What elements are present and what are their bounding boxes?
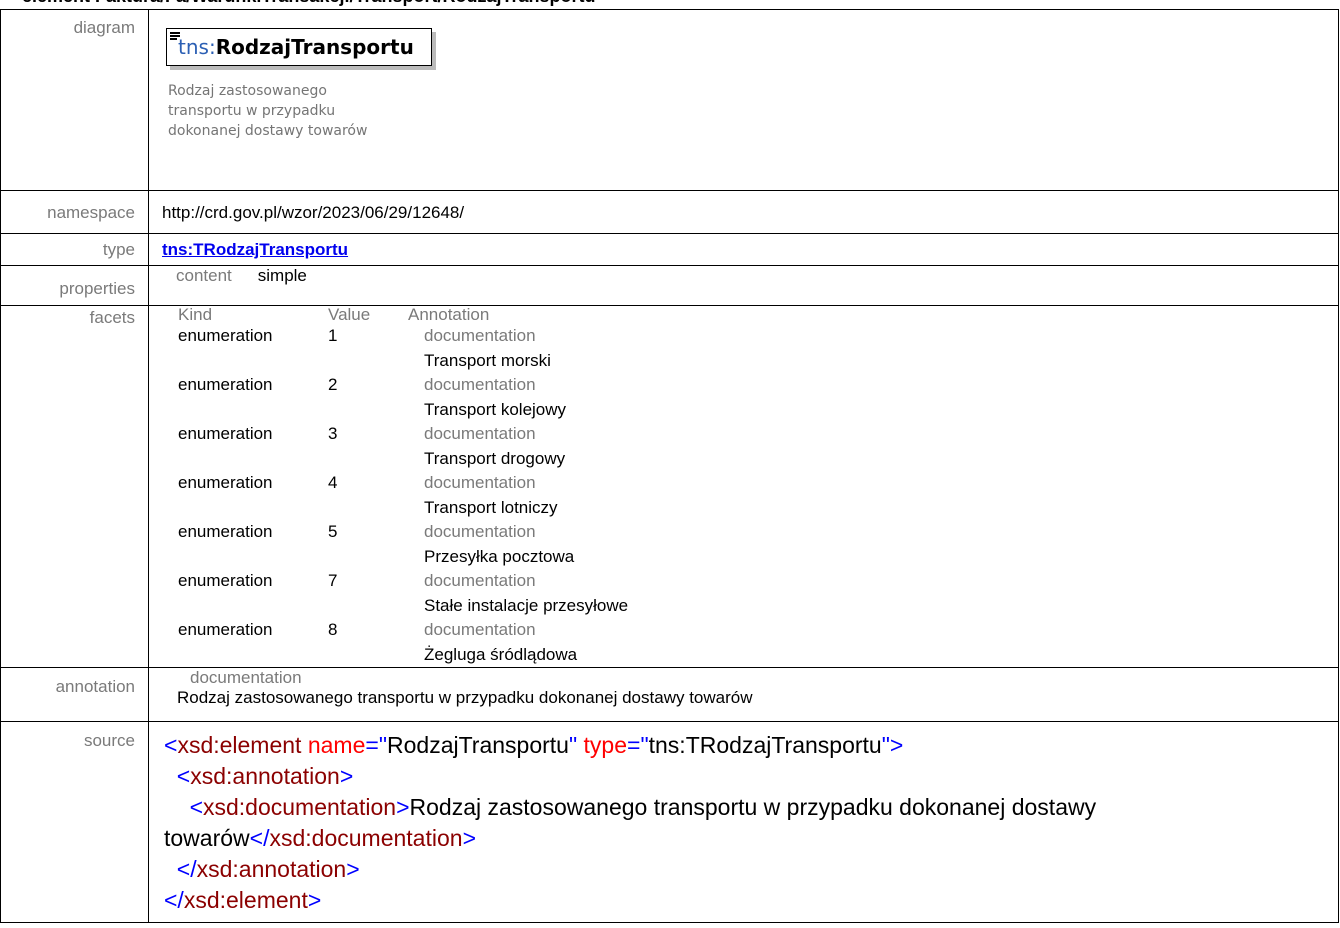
facet-row: enumeration 7 documentation bbox=[178, 569, 1338, 594]
annotation-label: annotation bbox=[0, 667, 149, 722]
facet-annotation-text: Transport lotniczy bbox=[424, 497, 558, 517]
diagram-element-box[interactable]: tns:RodzajTransportu bbox=[166, 28, 436, 72]
source-element-close: xsd:element bbox=[183, 887, 308, 913]
facet-annotation-text: Przesyłka pocztowa bbox=[424, 546, 575, 566]
source-attr-type-value: tns:TRodzajTransportu bbox=[648, 732, 882, 758]
source-code: <xsd:element name="RodzajTransportu" typ… bbox=[164, 732, 1097, 913]
facet-kind: enumeration bbox=[178, 326, 273, 345]
page-title: element Faktura/Fa/WarunkiTransakcji/Tra… bbox=[0, 0, 1340, 8]
annotation-content: documentation Rodzaj zastosowanego trans… bbox=[164, 668, 1338, 708]
namespace-value: http://crd.gov.pl/wzor/2023/06/29/12648/ bbox=[148, 190, 1339, 234]
annotation-row: annotation documentation Rodzaj zastosow… bbox=[0, 667, 1339, 722]
diagram-documentation: Rodzaj zastosowanego transportu w przypa… bbox=[168, 81, 438, 141]
facet-kind: enumeration bbox=[178, 571, 273, 590]
diagram-name: RodzajTransportu bbox=[215, 35, 414, 59]
property-key: content bbox=[176, 266, 232, 285]
type-link[interactable]: tns:TRodzajTransportu bbox=[162, 240, 348, 259]
source-annotation-open: xsd:annotation bbox=[190, 763, 340, 789]
facet-annotation-label: documentation bbox=[424, 473, 536, 492]
source-lt: < bbox=[164, 732, 178, 758]
source-attr-type: type bbox=[583, 732, 628, 758]
diagram-doc-line: transportu w przypadku bbox=[168, 103, 336, 119]
properties-list: content simple bbox=[162, 266, 1338, 286]
facet-annotation-label: documentation bbox=[424, 522, 536, 541]
source-documentation-close: xsd:documentation bbox=[269, 825, 463, 851]
source-documentation-open: xsd:documentation bbox=[203, 794, 397, 820]
source-element-open: xsd:element bbox=[177, 732, 302, 758]
diagram-doc-line: dokonanej dostawy towarów bbox=[168, 123, 368, 139]
facet-value: 8 bbox=[328, 620, 338, 639]
namespace-label: namespace bbox=[0, 190, 149, 234]
source-attr-name-value: RodzajTransportu bbox=[387, 732, 569, 758]
facets-rows: enumeration 1 documentation Transport morsk… bbox=[164, 324, 1338, 667]
facet-annotation-label: documentation bbox=[424, 326, 536, 345]
source-doc-text: Rodzaj zastosowanego transportu w przypa… bbox=[409, 794, 1097, 820]
diagram-label: diagram bbox=[0, 9, 149, 191]
type-label: type bbox=[0, 233, 149, 266]
facet-value: 7 bbox=[328, 571, 338, 590]
facet-annotation-text: Transport drogowy bbox=[424, 448, 566, 468]
facets-label: facets bbox=[0, 305, 149, 668]
property-value: simple bbox=[257, 266, 307, 285]
facet-value: 4 bbox=[328, 473, 338, 492]
diagram-cell: tns:RodzajTransportu Rodzaj zastosowaneg… bbox=[148, 9, 1339, 191]
diagram-doc-line: Rodzaj zastosowanego bbox=[168, 83, 327, 99]
facet-row: enumeration 8 documentation bbox=[178, 618, 1338, 643]
facet-kind: enumeration bbox=[178, 522, 273, 541]
facets-header: Kind Value Annotation bbox=[178, 306, 1338, 324]
facet-row: enumeration 3 documentation bbox=[178, 422, 1338, 447]
facet-annotation-text: Transport kolejowy bbox=[424, 399, 567, 419]
facet-kind: enumeration bbox=[178, 620, 273, 639]
facet-row: enumeration 2 documentation bbox=[178, 373, 1338, 398]
facets-header-annotation: Annotation bbox=[408, 305, 490, 324]
annotation-doc-label: documentation bbox=[190, 668, 302, 687]
facet-kind: enumeration bbox=[178, 375, 273, 394]
facet-annotation-text: Stałe instalacje przesyłowe bbox=[424, 595, 629, 615]
facet-annotation-text: Żegluga śródlądowa bbox=[424, 644, 578, 664]
facet-kind: enumeration bbox=[178, 473, 273, 492]
facet-row: enumeration 4 documentation bbox=[178, 471, 1338, 496]
element-doc-table: diagram tns:RodzajTransportu Rodzaj zast… bbox=[0, 9, 1339, 923]
facet-value: 2 bbox=[328, 375, 338, 394]
type-row: type tns:TRodzajTransportu bbox=[0, 233, 1339, 266]
facet-value: 5 bbox=[328, 522, 338, 541]
facet-row: enumeration 5 documentation bbox=[178, 520, 1338, 545]
annotation-doc-text: Rodzaj zastosowanego transportu w przypa… bbox=[177, 688, 753, 707]
source-annotation-close: xsd:annotation bbox=[196, 856, 347, 882]
facets-header-value: Value bbox=[328, 305, 371, 324]
diagram-element[interactable]: tns:RodzajTransportu bbox=[166, 28, 432, 66]
facet-annotation-text: Transport morski bbox=[424, 350, 551, 370]
source-label: source bbox=[0, 721, 149, 923]
facet-value: 1 bbox=[328, 326, 338, 345]
source-row: source <xsd:element name="RodzajTranspor… bbox=[0, 721, 1339, 923]
facet-annotation-label: documentation bbox=[424, 571, 536, 590]
source-doc-text-cont: towarów bbox=[164, 825, 250, 851]
facet-annotation-label: documentation bbox=[424, 620, 536, 639]
properties-label: properties bbox=[0, 265, 149, 306]
diagram-element-name: tns:RodzajTransportu bbox=[178, 35, 414, 59]
properties-row: properties content simple bbox=[0, 265, 1339, 306]
facet-kind: enumeration bbox=[178, 424, 273, 443]
facets-row: facets Kind Value Annotation enumeration… bbox=[0, 305, 1339, 668]
facet-row: enumeration 1 documentation bbox=[178, 324, 1338, 349]
facet-annotation-label: documentation bbox=[424, 375, 536, 394]
facets-table: Kind Value Annotation bbox=[164, 306, 1338, 324]
namespace-row: namespace http://crd.gov.pl/wzor/2023/06… bbox=[0, 190, 1339, 234]
source-attr-name: name bbox=[307, 732, 366, 758]
diagram-prefix: tns: bbox=[178, 35, 216, 59]
facets-header-kind: Kind bbox=[178, 305, 213, 324]
facet-annotation-label: documentation bbox=[424, 424, 536, 443]
facet-value: 3 bbox=[328, 424, 338, 443]
diagram-row: diagram tns:RodzajTransportu Rodzaj zast… bbox=[0, 9, 1339, 191]
